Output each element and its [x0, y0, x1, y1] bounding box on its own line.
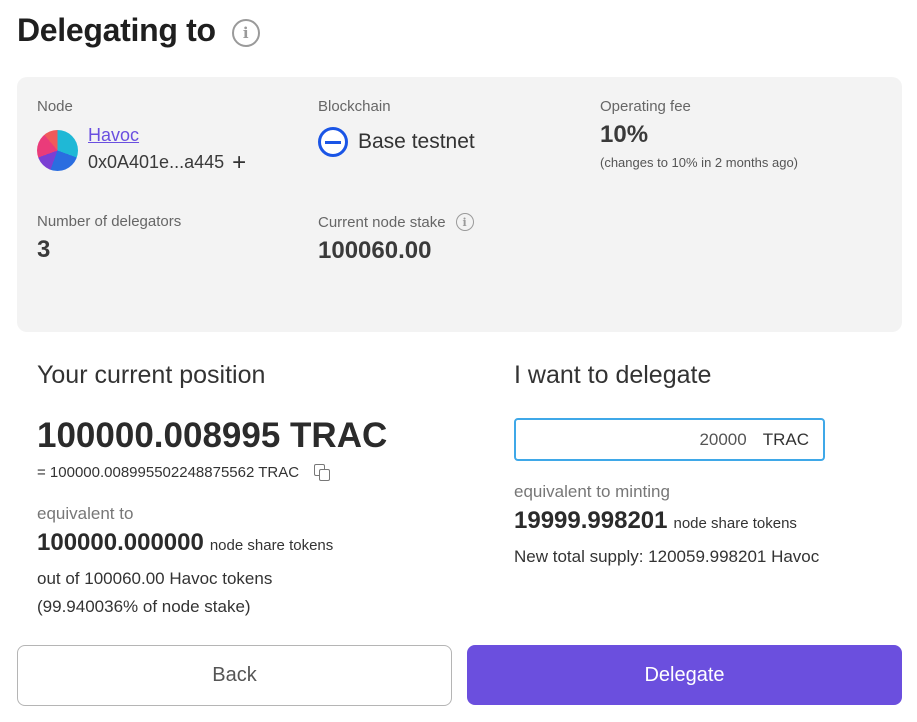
copy-icon[interactable] [313, 463, 331, 481]
blockchain-section: Blockchain Base testnet [318, 98, 475, 157]
back-button[interactable]: Back [17, 645, 452, 706]
page-title: Delegating to [17, 12, 216, 48]
node-stake-value: 100060.00 [318, 237, 432, 264]
delegators-label: Number of delegators [37, 213, 182, 230]
node-avatar [37, 130, 78, 171]
share-tokens-unit: node share tokens [209, 537, 334, 554]
out-of-tokens: out of 100060.00 Havoc tokens [37, 569, 273, 588]
share-tokens-value: 100000.000000 [37, 529, 204, 556]
node-stake-label: Current node stake [318, 213, 446, 231]
position-title: Your current position [37, 361, 266, 389]
position-share-tokens: 100000.000000 node share tokens [37, 529, 333, 557]
blockchain-label: Blockchain [318, 98, 391, 115]
minting-label: equivalent to minting [514, 482, 670, 501]
base-chain-icon [318, 127, 348, 157]
delegate-button[interactable]: Delegate [467, 645, 902, 705]
minting-tokens-unit: node share tokens [673, 515, 797, 532]
delegate-amount-input[interactable]: 20000 TRAC [514, 418, 825, 461]
blockchain-name: Base testnet [358, 130, 475, 153]
operating-fee-note: (changes to 10% in 2 months ago) [600, 155, 799, 170]
info-icon[interactable]: i [455, 213, 474, 231]
delegators-section: Number of delegators 3 [37, 213, 181, 264]
delegate-amount-unit: TRAC [762, 429, 809, 449]
delegate-amount-value[interactable]: 20000 [699, 430, 746, 450]
operating-fee-label: Operating fee [600, 98, 691, 115]
position-exact-row: = 100000.008995502248875562 TRAC [37, 463, 331, 481]
page-header: Delegating to i [17, 12, 260, 49]
node-address: 0x0A401e...a445 [88, 152, 225, 172]
new-total-supply: New total supply: 120059.998201 Havoc [514, 547, 820, 566]
position-exact-amount: = 100000.008995502248875562 TRAC [37, 463, 300, 481]
node-stake-section: Current node stake i 100060.00 [318, 213, 474, 265]
minting-tokens: 19999.998201 node share tokens [514, 507, 797, 535]
node-stake-percent: (99.940036% of node stake) [37, 597, 251, 616]
node-info-card: Node Havoc 0x0A401e...a445 + Blockchain … [17, 77, 902, 332]
operating-fee-section: Operating fee 10% (changes to 10% in 2 m… [600, 98, 798, 170]
node-section: Node Havoc 0x0A401e...a445 + [37, 98, 246, 174]
operating-fee-value: 10% [600, 121, 649, 148]
position-amount: 100000.008995 TRAC [37, 416, 388, 455]
delegators-value: 3 [37, 236, 51, 263]
node-name-link[interactable]: Havoc [88, 125, 246, 146]
plus-icon[interactable]: + [232, 150, 246, 174]
delegate-title: I want to delegate [514, 361, 712, 389]
node-label: Node [37, 98, 73, 115]
minting-tokens-value: 19999.998201 [514, 507, 668, 534]
info-icon[interactable]: i [231, 18, 260, 47]
equivalent-label: equivalent to [37, 504, 134, 523]
